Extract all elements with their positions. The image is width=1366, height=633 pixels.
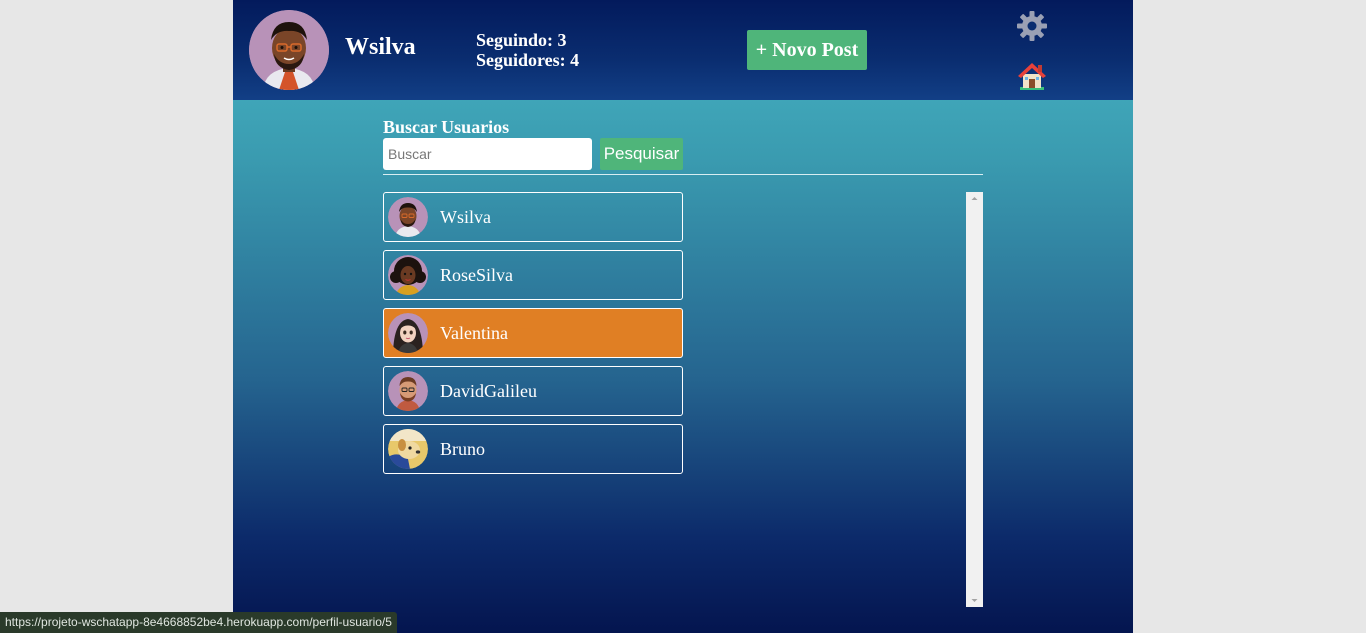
user-name: DavidGalileu — [440, 381, 537, 401]
new-post-button[interactable]: + Novo Post — [747, 30, 867, 70]
user-list-item[interactable]: Wsilva — [383, 192, 683, 242]
search-button[interactable]: Pesquisar — [600, 138, 683, 170]
profile-header: Wsilva Seguindo: 3 Seguidores: 4 + Novo … — [233, 0, 1133, 100]
divider — [383, 174, 983, 175]
scroll-up-arrow-icon[interactable] — [966, 192, 983, 206]
user-avatar — [388, 255, 428, 295]
user-name: RoseSilva — [440, 265, 514, 285]
followers-count: Seguidores: 4 — [476, 50, 580, 70]
app-container: Wsilva Seguindo: 3 Seguidores: 4 + Novo … — [233, 0, 1133, 633]
user-list-item-selected[interactable]: Valentina — [383, 308, 683, 358]
search-input[interactable] — [383, 138, 592, 170]
search-title: Buscar Usuarios — [383, 117, 510, 137]
user-list-item[interactable]: Bruno — [383, 424, 683, 474]
user-name: Wsilva — [440, 207, 491, 227]
user-name: Valentina — [440, 323, 508, 343]
status-bar-url: https://projeto-wschatapp-8e4668852be4.h… — [0, 612, 397, 633]
user-avatar — [388, 313, 428, 353]
user-avatar — [388, 197, 428, 237]
following-count: Seguindo: 3 — [476, 30, 567, 50]
user-avatar — [388, 429, 428, 469]
scroll-down-arrow-icon[interactable] — [966, 593, 983, 607]
profile-avatar[interactable] — [249, 10, 329, 90]
gear-icon[interactable] — [1016, 10, 1048, 42]
user-list: Wsilva RoseSilva Valentina DavidGalileu … — [383, 192, 683, 482]
profile-username: Wsilva — [345, 34, 416, 60]
user-list-item[interactable]: DavidGalileu — [383, 366, 683, 416]
scrollbar[interactable] — [966, 192, 983, 607]
user-avatar — [388, 371, 428, 411]
profile-stats: Seguindo: 3 Seguidores: 4 — [476, 30, 579, 70]
user-name: Bruno — [440, 439, 485, 459]
home-icon[interactable] — [1016, 60, 1048, 92]
user-list-item[interactable]: RoseSilva — [383, 250, 683, 300]
